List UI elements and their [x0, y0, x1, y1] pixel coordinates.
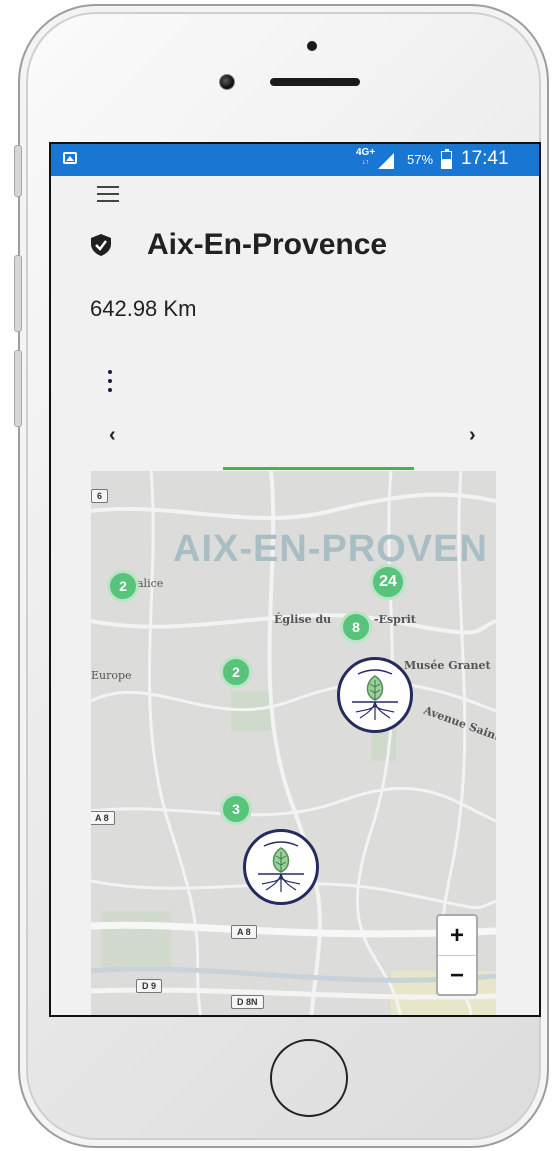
- tree-logo-icon: [352, 669, 398, 720]
- status-bar: 4G+ ↓↑ 57% 17:41: [51, 144, 539, 176]
- earpiece-speaker: [270, 78, 360, 86]
- zoom-out-button[interactable]: −: [438, 956, 476, 995]
- network-arrows: ↓↑: [362, 159, 370, 166]
- map-cluster-marker[interactable]: 8: [340, 611, 372, 643]
- tree-location-marker[interactable]: [243, 829, 319, 905]
- map-place-label: -Esprit: [374, 613, 416, 626]
- signal-icon: [378, 153, 394, 169]
- road-tag: D 9: [136, 979, 163, 993]
- network-indicator: 4G+ ↓↑: [356, 148, 375, 168]
- map-place-label: Musée Granet: [404, 659, 491, 672]
- map-view[interactable]: AIX-EN-PROVEN Église du -Esprit Musée Gr…: [91, 471, 496, 1015]
- map-place-label: Église du: [274, 613, 332, 626]
- tree-logo-icon: [258, 841, 304, 892]
- battery-icon: [441, 149, 452, 169]
- road-tag: A 8: [91, 811, 115, 825]
- home-button[interactable]: [270, 1039, 348, 1117]
- distance-value: 642.98 Km: [90, 296, 197, 321]
- gallery-notification-icon: [63, 152, 77, 164]
- status-clock: 17:41: [461, 148, 509, 169]
- volume-up-button: [14, 255, 22, 332]
- previous-arrow-icon[interactable]: ‹: [109, 424, 116, 447]
- page-title: Aix-En-Provence: [147, 228, 388, 261]
- tree-location-marker[interactable]: [337, 657, 413, 733]
- more-options-icon[interactable]: [107, 370, 113, 394]
- sensor-dot: [307, 41, 317, 51]
- hamburger-menu-icon[interactable]: [97, 186, 119, 202]
- road-tag: D 8N: [231, 995, 264, 1009]
- map-street-label: Europe: [91, 669, 132, 682]
- battery-percent: 57%: [407, 152, 434, 167]
- map-city-label: AIX-EN-PROVEN: [173, 528, 488, 570]
- map-cluster-marker[interactable]: 24: [370, 564, 406, 600]
- zoom-control: + −: [436, 914, 478, 996]
- zoom-in-button[interactable]: +: [438, 916, 476, 956]
- volume-down-button: [14, 350, 22, 427]
- map-cluster-marker[interactable]: 2: [107, 570, 139, 602]
- map-street-label: alice: [137, 577, 164, 590]
- next-arrow-icon[interactable]: ›: [469, 424, 476, 447]
- front-camera-icon: [219, 74, 235, 90]
- silent-switch: [14, 145, 22, 197]
- map-cluster-marker[interactable]: 3: [220, 793, 252, 825]
- shield-check-icon: [91, 234, 111, 256]
- road-tag: A 8: [231, 925, 257, 939]
- map-cluster-marker[interactable]: 2: [220, 656, 252, 688]
- app-screen: 4G+ ↓↑ 57% 17:41 Aix-En-Provence 642.98 …: [49, 142, 541, 1017]
- tab-indicator: [223, 467, 414, 470]
- network-type: 4G+: [356, 147, 376, 158]
- road-tag: 6: [91, 489, 109, 503]
